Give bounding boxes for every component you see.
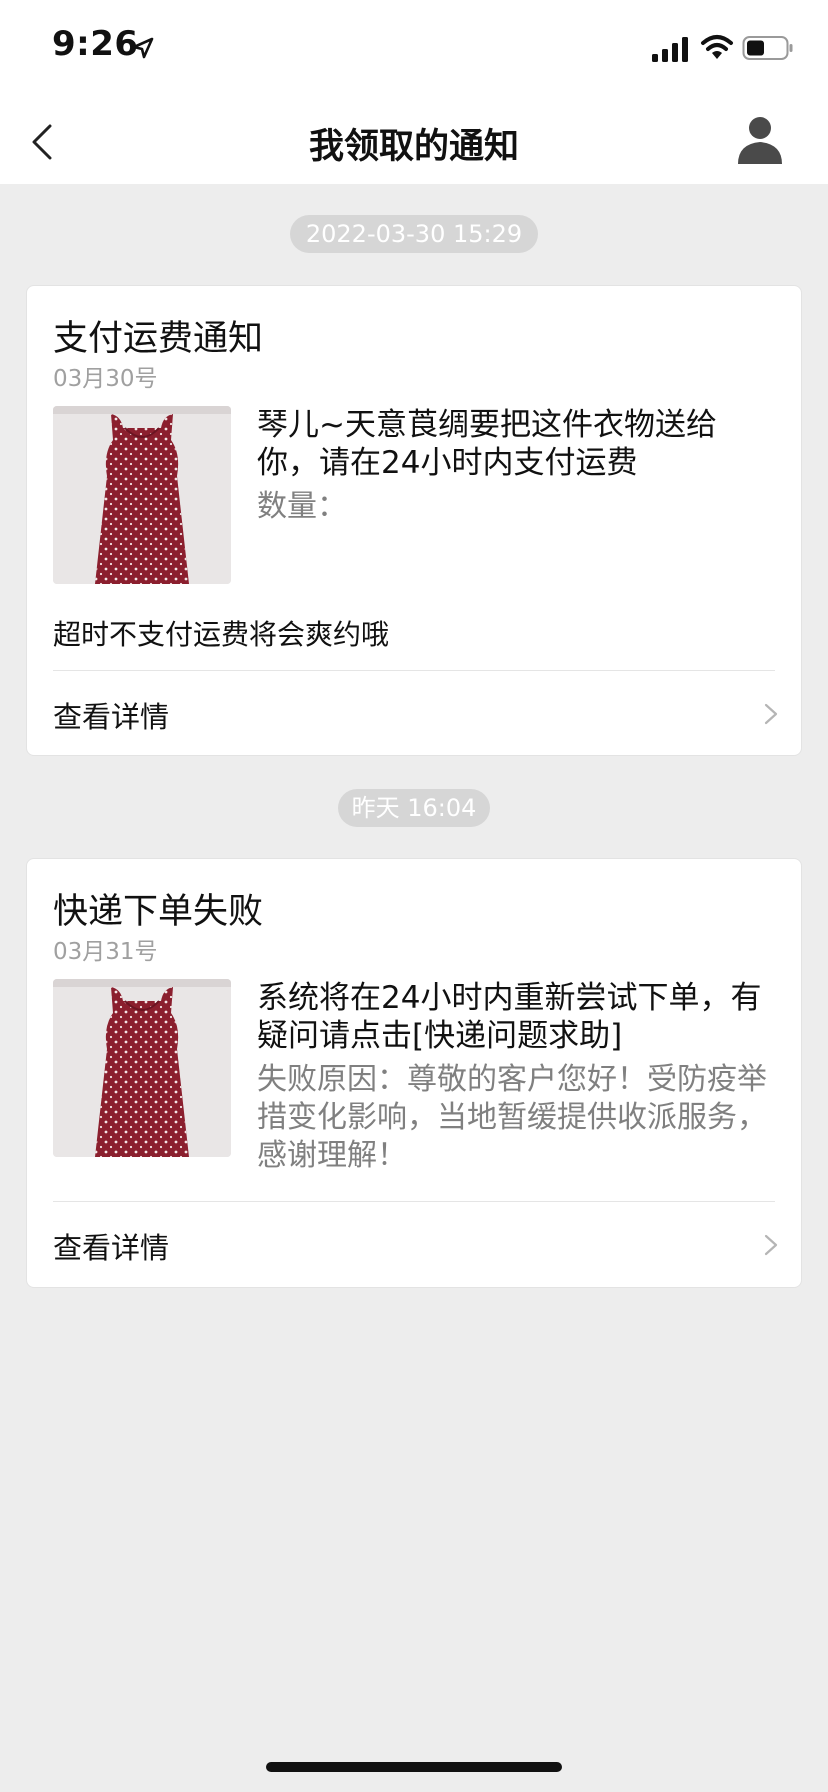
timestamp-pill: 昨天 16:04: [338, 789, 490, 827]
status-time: 9:26: [52, 24, 139, 64]
notification-title: 快递下单失败: [53, 892, 264, 932]
chevron-right-icon: [764, 1234, 778, 1256]
divider: [53, 1201, 775, 1202]
dress-thumbnail[interactable]: [53, 979, 231, 1157]
notification-note: 超时不支付运费将会爽约哦: [53, 618, 390, 651]
view-details-link[interactable]: 查看详情: [27, 1203, 801, 1287]
view-details-link[interactable]: 查看详情: [27, 672, 801, 756]
chevron-right-icon: [764, 703, 778, 725]
failure-reason: 失败原因：尊敬的客户您好！受防疫举措变化影响，当地暂缓提供收派服务，感谢理解！: [257, 1062, 767, 1173]
notification-message: 琴儿~天意莨绸要把这件衣物送给你，请在24小时内支付运费: [257, 407, 717, 481]
notification-message: 系统将在24小时内重新尝试下单，有疑问请点击[快递问题求助]: [257, 980, 762, 1054]
notification-title: 支付运费通知: [53, 319, 264, 359]
nav-bar: 我领取的通知: [0, 100, 828, 184]
user-icon[interactable]: [736, 114, 784, 164]
notification-date: 03月31号: [53, 939, 158, 965]
signal-icon: [652, 37, 688, 62]
battery-icon: [742, 36, 793, 60]
notification-card: 支付运费通知 03月30号 琴儿~天意莨绸要把这件衣物送给你，请在24小时内支付…: [26, 285, 802, 756]
home-indicator[interactable]: [266, 1762, 562, 1772]
dress-thumbnail[interactable]: [53, 406, 231, 584]
notification-date: 03月30号: [53, 366, 158, 392]
divider: [53, 670, 775, 671]
view-details-label: 查看详情: [53, 1231, 170, 1265]
page-title: 我领取的通知: [308, 127, 519, 167]
status-bar: 9:26: [0, 0, 828, 100]
view-details-label: 查看详情: [53, 700, 170, 734]
timestamp-pill: 2022-03-30 15:29: [290, 215, 538, 253]
location-arrow-icon: [132, 37, 154, 59]
wifi-icon: [701, 35, 733, 59]
notification-card: 快递下单失败 03月31号 系统将在24小时内重新尝试下单，有疑问请点击[快递问…: [26, 858, 802, 1288]
notification-quantity: 数量：: [257, 489, 347, 524]
